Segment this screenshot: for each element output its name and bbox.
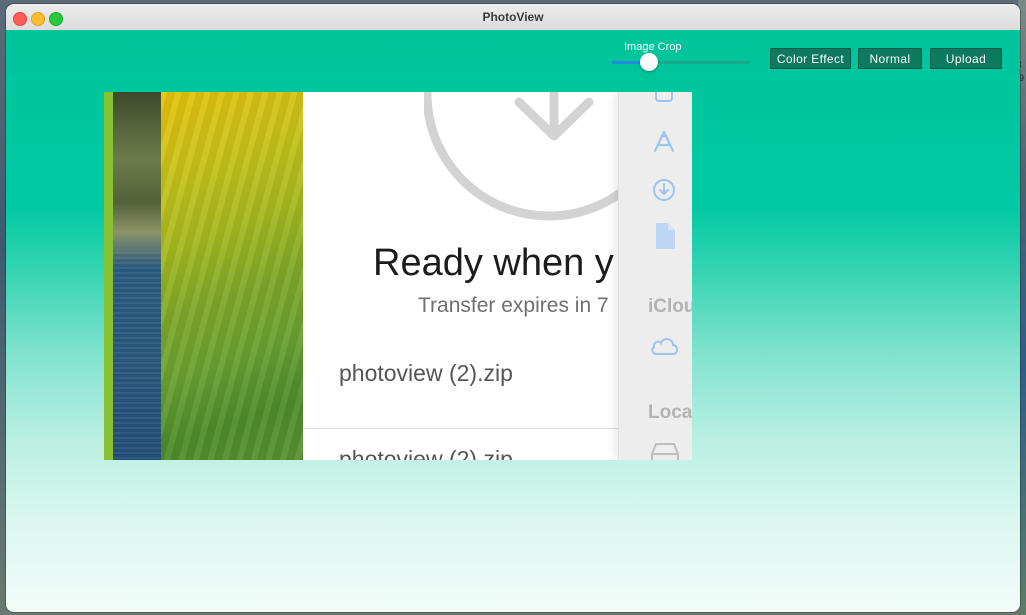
file-divider: [303, 428, 618, 429]
displayed-image: Ready when y Transfer expires in 7 photo…: [104, 92, 692, 460]
file-name-2: photoview (2).zip: [339, 446, 513, 460]
sidebar-section-icloud: iClou: [648, 296, 692, 317]
window-title: PhotoView: [482, 10, 544, 24]
applications-icon: [653, 130, 675, 153]
image-water-texture: [113, 252, 161, 460]
main-content: Image Crop Color Effect Normal Upload Re…: [6, 30, 1020, 612]
app-window: PhotoView Image Crop Color Effect Normal…: [6, 4, 1020, 612]
title-bar[interactable]: PhotoView: [6, 4, 1020, 31]
download-circle-icon: [424, 92, 624, 221]
cloud-icon: [651, 338, 679, 355]
image-crop-slider[interactable]: [612, 53, 750, 71]
folder-icon: [655, 92, 673, 102]
file-name-1: photoview (2).zip: [339, 360, 513, 386]
document-icon: [656, 223, 675, 249]
image-green-strip: [104, 92, 113, 460]
downloads-icon: [653, 179, 675, 201]
image-leaf-texture: [161, 92, 303, 460]
normal-button[interactable]: Normal: [858, 48, 922, 69]
image-finder-sidebar: iClou Loca: [618, 92, 692, 460]
slider-thumb[interactable]: [640, 53, 658, 71]
upload-button[interactable]: Upload: [930, 48, 1002, 69]
transfer-expires-text: Transfer expires in 7: [418, 294, 609, 317]
color-effect-button[interactable]: Color Effect: [770, 48, 851, 69]
disk-icon: [651, 443, 679, 460]
image-crop-label: Image Crop: [624, 41, 682, 53]
sidebar-section-locations: Loca: [648, 402, 692, 423]
ready-heading: Ready when y: [373, 242, 614, 284]
